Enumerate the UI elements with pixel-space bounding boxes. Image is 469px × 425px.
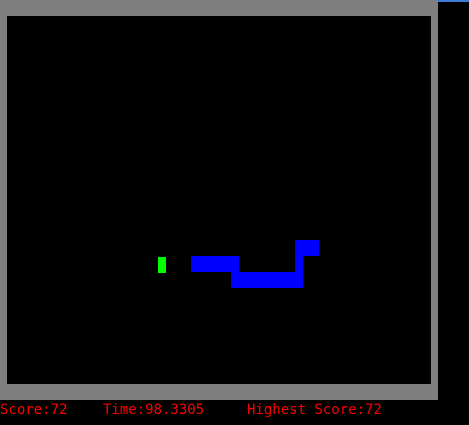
food-pellet — [158, 257, 166, 273]
highest-score-display: Highest Score:72 — [247, 402, 382, 418]
snake-tail-segment — [191, 256, 239, 272]
score-display: Score:72 — [0, 402, 68, 418]
snake-body-segment — [231, 272, 303, 288]
snake-head-segment — [295, 240, 319, 256]
snake-body-segment — [295, 256, 303, 272]
game-play-area — [7, 16, 431, 384]
game-board-frame — [0, 0, 438, 400]
time-display: Time:98.3305 — [103, 402, 205, 418]
window-edge-accent — [438, 0, 469, 2]
